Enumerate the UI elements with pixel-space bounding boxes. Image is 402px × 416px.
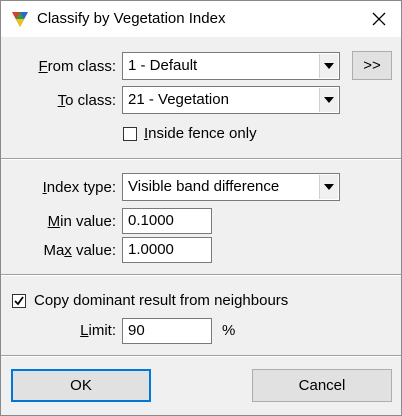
more-button[interactable]: >> bbox=[352, 51, 392, 80]
limit-unit: % bbox=[222, 322, 236, 339]
to-class-dropdown[interactable]: 21 - Vegetation bbox=[122, 86, 340, 114]
from-class-dropdown[interactable]: 1 - Default bbox=[122, 52, 340, 80]
index-type-dropdown[interactable]: Visible band difference bbox=[122, 173, 340, 201]
app-icon bbox=[12, 12, 28, 27]
chevron-down-icon[interactable] bbox=[319, 54, 338, 78]
from-class-value: 1 - Default bbox=[128, 57, 198, 74]
close-button[interactable] bbox=[365, 5, 393, 33]
ok-button[interactable]: OK bbox=[11, 369, 151, 402]
chevron-down-icon[interactable] bbox=[319, 175, 338, 199]
checkmark-icon bbox=[14, 296, 24, 306]
copy-dominant-checkbox[interactable] bbox=[12, 294, 26, 308]
from-class-label: From class: bbox=[38, 58, 116, 75]
to-class-label: To class: bbox=[57, 92, 116, 109]
to-class-value: 21 - Vegetation bbox=[128, 91, 229, 108]
index-type-value: Visible band difference bbox=[128, 178, 280, 195]
divider bbox=[1, 355, 401, 357]
cancel-button[interactable]: Cancel bbox=[252, 369, 392, 402]
index-type-label: Index type: bbox=[42, 179, 116, 196]
min-value-input[interactable]: 0.1000 bbox=[122, 208, 212, 234]
copy-dominant-label[interactable]: Copy dominant result from neighbours bbox=[34, 292, 288, 309]
inside-fence-checkbox[interactable] bbox=[123, 127, 137, 141]
inside-fence-label[interactable]: Inside fence only bbox=[144, 125, 257, 142]
divider bbox=[1, 158, 401, 160]
max-value-label: Max value: bbox=[43, 242, 116, 259]
chevron-down-icon[interactable] bbox=[319, 88, 338, 112]
title-bar: Classify by Vegetation Index bbox=[1, 1, 401, 37]
limit-label: Limit: bbox=[80, 322, 116, 339]
min-value-label: Min value: bbox=[47, 213, 116, 230]
divider bbox=[1, 274, 401, 276]
limit-input[interactable]: 90 bbox=[122, 318, 212, 344]
window-title: Classify by Vegetation Index bbox=[37, 10, 226, 27]
dialog-window: Classify by Vegetation Index From class:… bbox=[0, 0, 402, 416]
max-value-input[interactable]: 1.0000 bbox=[122, 237, 212, 263]
close-icon bbox=[372, 12, 386, 26]
